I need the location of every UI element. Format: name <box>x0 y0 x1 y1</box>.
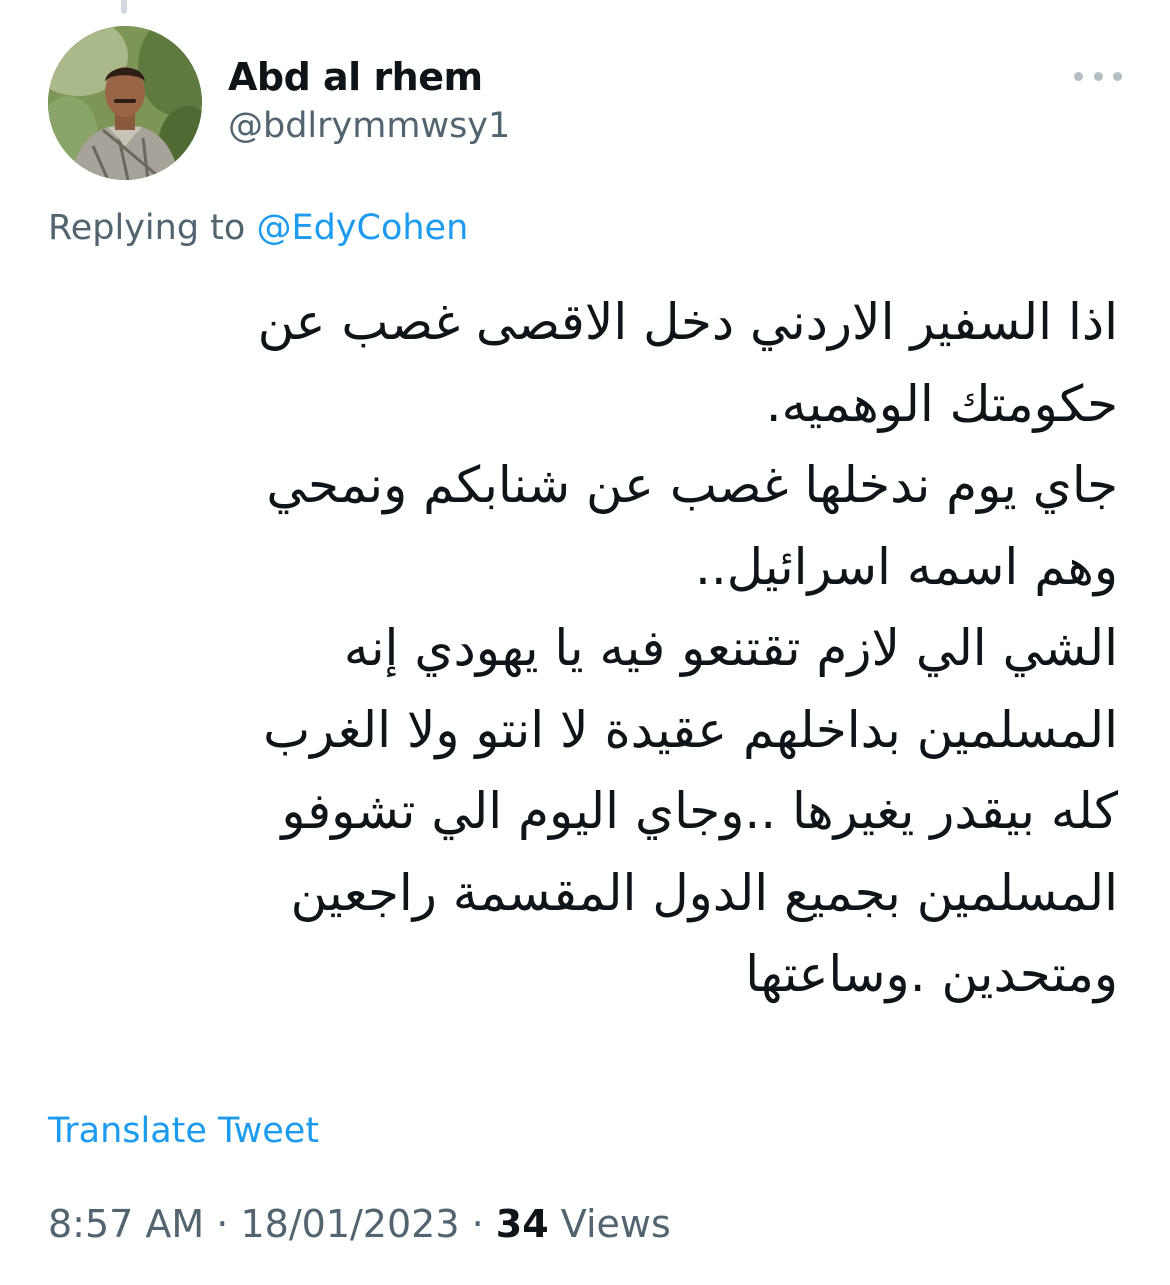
views-label: Views <box>560 1202 671 1246</box>
tweet-header: Abd al rhem @bdlrymmwsy1 <box>48 26 1122 182</box>
author-names: Abd al rhem @bdlrymmwsy1 <box>228 54 510 150</box>
tweet-text-line: الشي الي لازم تقتنعو فيه يا يهودي إنه <box>343 619 1118 677</box>
avatar[interactable] <box>48 26 202 180</box>
translate-tweet-link[interactable]: Translate Tweet <box>48 1107 319 1155</box>
tweet-time[interactable]: 8:57 AM <box>48 1202 204 1246</box>
meta-separator: · <box>471 1202 484 1246</box>
avatar-photo <box>48 26 202 180</box>
tweet-text-line: ومتحدين .وساعتها <box>745 945 1118 1003</box>
more-horizontal-icon <box>1113 71 1122 81</box>
meta-separator: · <box>216 1202 229 1246</box>
tweet-text-line: اذا السفير الاردني دخل الاقصى غصب عن <box>257 293 1118 351</box>
tweet-text-line: حكومتك الوهميه. <box>765 374 1118 433</box>
more-horizontal-icon <box>1093 71 1103 81</box>
tweet-text-line: المسلمين بداخلهم عقيدة لا انتو ولا الغرب <box>263 700 1118 759</box>
tweet-text-line: كله بيقدر يغيرها ..وجاي اليوم الي تشوفو <box>281 782 1118 840</box>
tweet-metadata: 8:57 AM · 18/01/2023 · 34 Views <box>48 1199 671 1249</box>
reply-mention-link[interactable]: @EdyCohen <box>256 208 468 248</box>
tweet-date[interactable]: 18/01/2023 <box>240 1202 459 1246</box>
author-handle[interactable]: @bdlrymmwsy1 <box>228 102 510 150</box>
views-count: 34 <box>495 1202 549 1246</box>
more-options-button[interactable] <box>1074 66 1122 86</box>
more-horizontal-icon <box>1074 71 1083 81</box>
reply-context-prefix: Replying to <box>48 208 246 248</box>
tweet-text-line: وهم اسمه اسرائيل.. <box>695 537 1118 596</box>
reply-context: Replying to @EdyCohen <box>48 204 468 252</box>
author-display-name[interactable]: Abd al rhem <box>228 54 510 100</box>
thread-connector-line <box>121 0 127 14</box>
tweet-text: اذا السفير الاردني دخل الاقصى غصب عن حكو… <box>48 282 1118 1016</box>
tweet-text-line: جاي يوم ندخلها غصب عن شنابكم ونمحي <box>266 456 1118 514</box>
tweet-text-line: المسلمين بجميع الدول المقسمة راجعين <box>290 863 1118 922</box>
